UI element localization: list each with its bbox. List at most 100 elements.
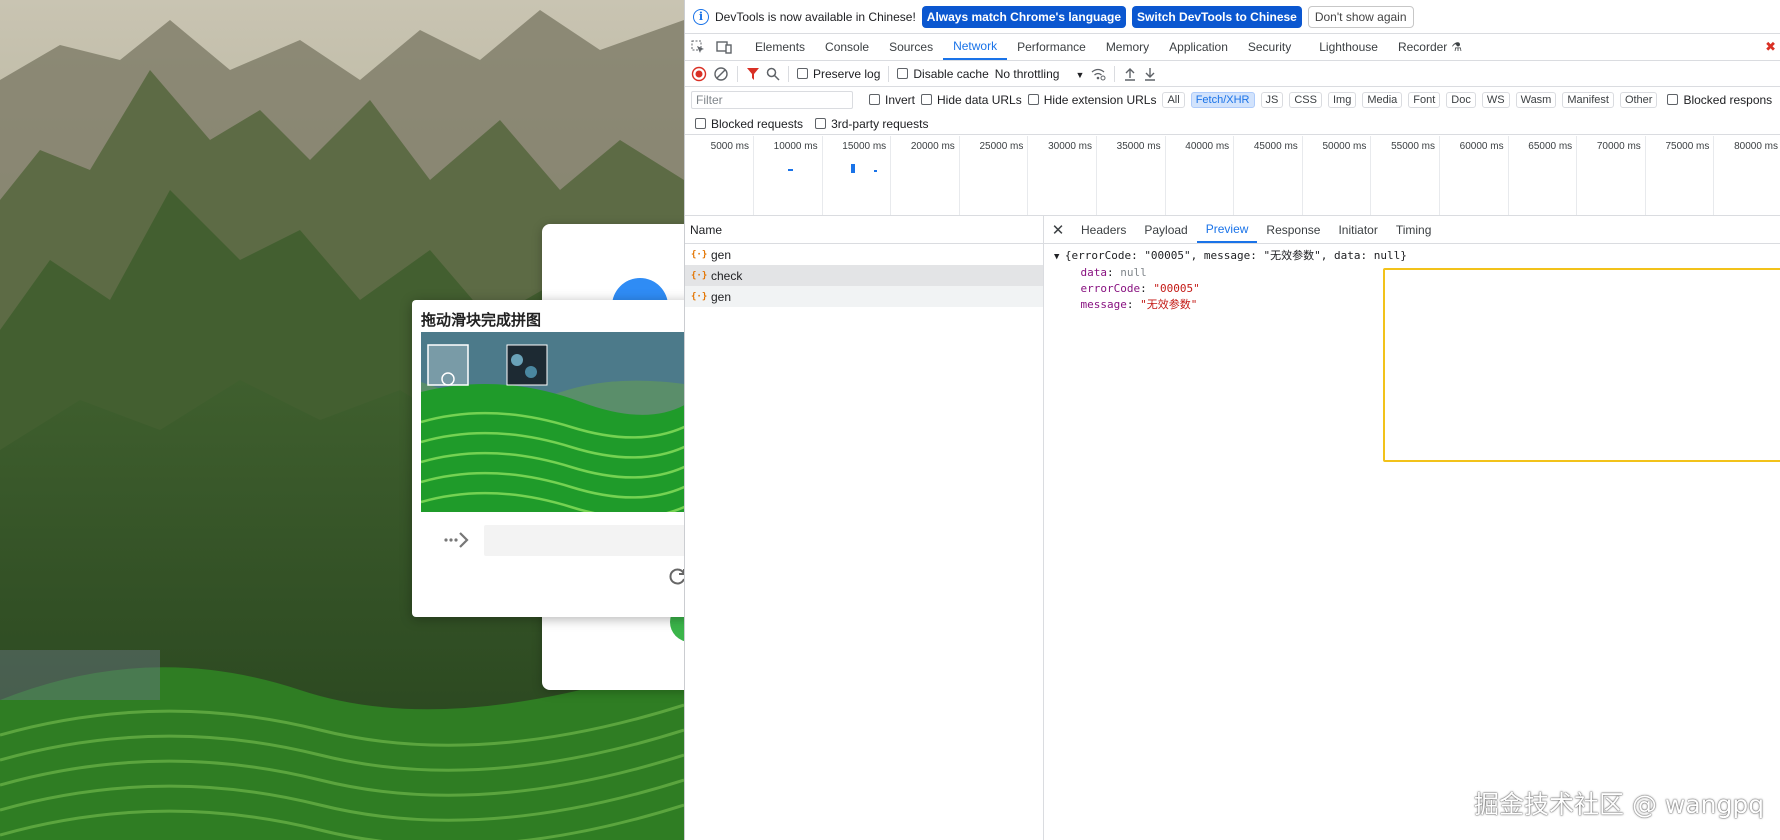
timeline-tick-label: 5000 ms bbox=[710, 141, 749, 152]
type-other[interactable]: Other bbox=[1619, 92, 1658, 108]
record-stop-icon[interactable] bbox=[691, 66, 707, 82]
type-doc[interactable]: Doc bbox=[1446, 92, 1476, 108]
timeline-tick-label: 35000 ms bbox=[1116, 141, 1161, 152]
tab-initiator[interactable]: Initiator bbox=[1329, 216, 1386, 243]
tab-lighthouse[interactable]: Lighthouse bbox=[1309, 34, 1388, 60]
type-img[interactable]: Img bbox=[1327, 92, 1357, 108]
type-manifest[interactable]: Manifest bbox=[1562, 92, 1614, 108]
tab-preview[interactable]: Preview bbox=[1196, 216, 1258, 243]
timeline-gridline bbox=[1439, 136, 1440, 215]
timeline-gridline bbox=[1027, 136, 1029, 215]
disable-cache-label: Disable cache bbox=[913, 66, 989, 81]
json-summary: {errorCode: "00005", message: "无效参数", da… bbox=[1064, 249, 1407, 262]
dont-show-again-button[interactable]: Don't show again bbox=[1307, 5, 1414, 28]
type-js[interactable]: JS bbox=[1260, 92, 1284, 108]
switch-chinese-button[interactable]: Switch DevTools to Chinese bbox=[1132, 5, 1302, 28]
type-font[interactable]: Font bbox=[1408, 92, 1441, 108]
tab-payload[interactable]: Payload bbox=[1135, 216, 1196, 243]
puzzle-piece bbox=[427, 344, 469, 386]
json-summary-row[interactable]: ▼ {errorCode: "00005", message: "无效参数", … bbox=[1054, 248, 1780, 265]
close-icon[interactable]: ✕ bbox=[1044, 216, 1072, 243]
tab-application[interactable]: Application bbox=[1159, 34, 1238, 60]
network-overview-timeline[interactable]: 5000 ms 10000 ms 15000 ms 20000 ms 25000 ms 3… bbox=[685, 136, 1780, 216]
tab-recorder[interactable]: Recorder ⚗ bbox=[1388, 34, 1472, 60]
type-all[interactable]: All bbox=[1162, 92, 1185, 108]
network-conditions-icon[interactable] bbox=[1090, 67, 1106, 81]
request-row[interactable]: {·} gen bbox=[685, 286, 1043, 307]
hide-data-urls-checkbox[interactable]: Hide data URLs bbox=[921, 93, 1022, 107]
type-media[interactable]: Media bbox=[1362, 92, 1403, 108]
disable-cache-checkbox[interactable]: Disable cache bbox=[897, 66, 989, 81]
search-icon[interactable] bbox=[766, 67, 780, 81]
timeline-bar-3 bbox=[874, 170, 877, 172]
web-page: 拖动滑块完成拼图 bbox=[0, 0, 684, 840]
request-row[interactable]: {·} gen bbox=[685, 244, 1043, 265]
timeline-gridline bbox=[1644, 136, 1646, 215]
clear-icon[interactable] bbox=[713, 66, 729, 82]
json-value: null bbox=[1120, 266, 1147, 279]
hide-extension-urls-checkbox[interactable]: Hide extension URLs bbox=[1027, 93, 1156, 107]
arrow-right-icon bbox=[444, 532, 469, 548]
tab-security[interactable]: Security bbox=[1238, 34, 1301, 60]
type-ws[interactable]: WS bbox=[1481, 92, 1510, 108]
request-row[interactable]: {·} check bbox=[685, 265, 1043, 286]
type-css[interactable]: CSS bbox=[1289, 92, 1322, 108]
tab-console[interactable]: Console bbox=[815, 34, 879, 60]
slider-captcha-dialog: 拖动滑块完成拼图 bbox=[412, 300, 684, 617]
timeline-tick-label: 80000 ms bbox=[1734, 141, 1778, 152]
tab-timing[interactable]: Timing bbox=[1387, 216, 1441, 243]
error-count-icon[interactable]: ✖ bbox=[1765, 39, 1776, 55]
blocked-responses-label: Blocked respons bbox=[1683, 93, 1773, 107]
timeline-tick-label: 55000 ms bbox=[1391, 141, 1435, 152]
third-party-checkbox[interactable]: 3rd-party requests bbox=[815, 117, 928, 131]
xhr-icon: {·} bbox=[691, 249, 708, 260]
request-name: gen bbox=[711, 247, 732, 262]
xhr-icon: {·} bbox=[691, 291, 708, 302]
timeline-tick-label: 15000 ms bbox=[842, 141, 887, 152]
filter-input[interactable]: Filter bbox=[691, 91, 853, 109]
tab-headers[interactable]: Headers bbox=[1072, 216, 1135, 243]
throttling-select[interactable]: No throttling ▼ bbox=[995, 67, 1085, 81]
devtools-tabbar: Elements Console Sources Network Perform… bbox=[685, 34, 1780, 61]
filter-icon[interactable] bbox=[746, 67, 760, 81]
tab-network[interactable]: Network bbox=[943, 34, 1008, 60]
tab-recorder-label: Recorder bbox=[1397, 40, 1448, 54]
timeline-gridline bbox=[821, 136, 823, 215]
tab-performance[interactable]: Performance bbox=[1007, 34, 1096, 60]
timeline-tick-label: 20000 ms bbox=[910, 141, 955, 152]
timeline-gridline bbox=[890, 136, 892, 215]
type-wasm[interactable]: Wasm bbox=[1515, 92, 1557, 108]
slider-handle[interactable] bbox=[438, 525, 478, 555]
annotation-highlight-box bbox=[1383, 268, 1780, 462]
third-party-label: 3rd-party requests bbox=[831, 116, 929, 131]
json-key: data bbox=[1080, 266, 1108, 279]
timeline-gridline bbox=[1713, 136, 1715, 215]
timeline-gridline bbox=[1370, 136, 1372, 215]
expand-triangle-icon[interactable]: ▼ bbox=[1054, 252, 1065, 262]
tab-memory[interactable]: Memory bbox=[1096, 34, 1159, 60]
request-name: gen bbox=[711, 289, 732, 304]
tab-elements[interactable]: Elements bbox=[745, 34, 815, 60]
device-toolbar-icon[interactable] bbox=[711, 34, 737, 60]
blocked-requests-label: Blocked requests bbox=[711, 116, 804, 131]
match-language-button[interactable]: Always match Chrome's language bbox=[921, 5, 1127, 28]
timeline-bar-2 bbox=[851, 164, 855, 173]
refresh-icon[interactable] bbox=[668, 566, 684, 586]
tab-sources[interactable]: Sources bbox=[879, 34, 943, 60]
type-fetch-xhr[interactable]: Fetch/XHR bbox=[1190, 92, 1255, 108]
invert-checkbox[interactable]: Invert bbox=[869, 93, 915, 107]
slider-track[interactable] bbox=[484, 525, 684, 556]
name-column-header[interactable]: Name bbox=[685, 216, 1043, 244]
hide-data-urls-label: Hide data URLs bbox=[937, 93, 1022, 107]
blocked-responses-checkbox[interactable]: Blocked respons bbox=[1667, 93, 1772, 107]
blocked-requests-checkbox[interactable]: Blocked requests bbox=[695, 117, 803, 131]
preserve-log-checkbox[interactable]: Preserve log bbox=[797, 67, 880, 81]
request-detail-pane: ✕ Headers Payload Preview Response Initi… bbox=[1044, 216, 1780, 840]
inspect-element-icon[interactable] bbox=[685, 34, 711, 60]
timeline-tick-label: 70000 ms bbox=[1596, 141, 1641, 152]
tab-response[interactable]: Response bbox=[1257, 216, 1329, 243]
import-har-icon[interactable] bbox=[1123, 67, 1137, 81]
export-har-icon[interactable] bbox=[1143, 67, 1157, 81]
json-key: errorCode bbox=[1080, 282, 1141, 295]
devtools-panel: i DevTools is now available in Chinese! … bbox=[684, 0, 1780, 840]
